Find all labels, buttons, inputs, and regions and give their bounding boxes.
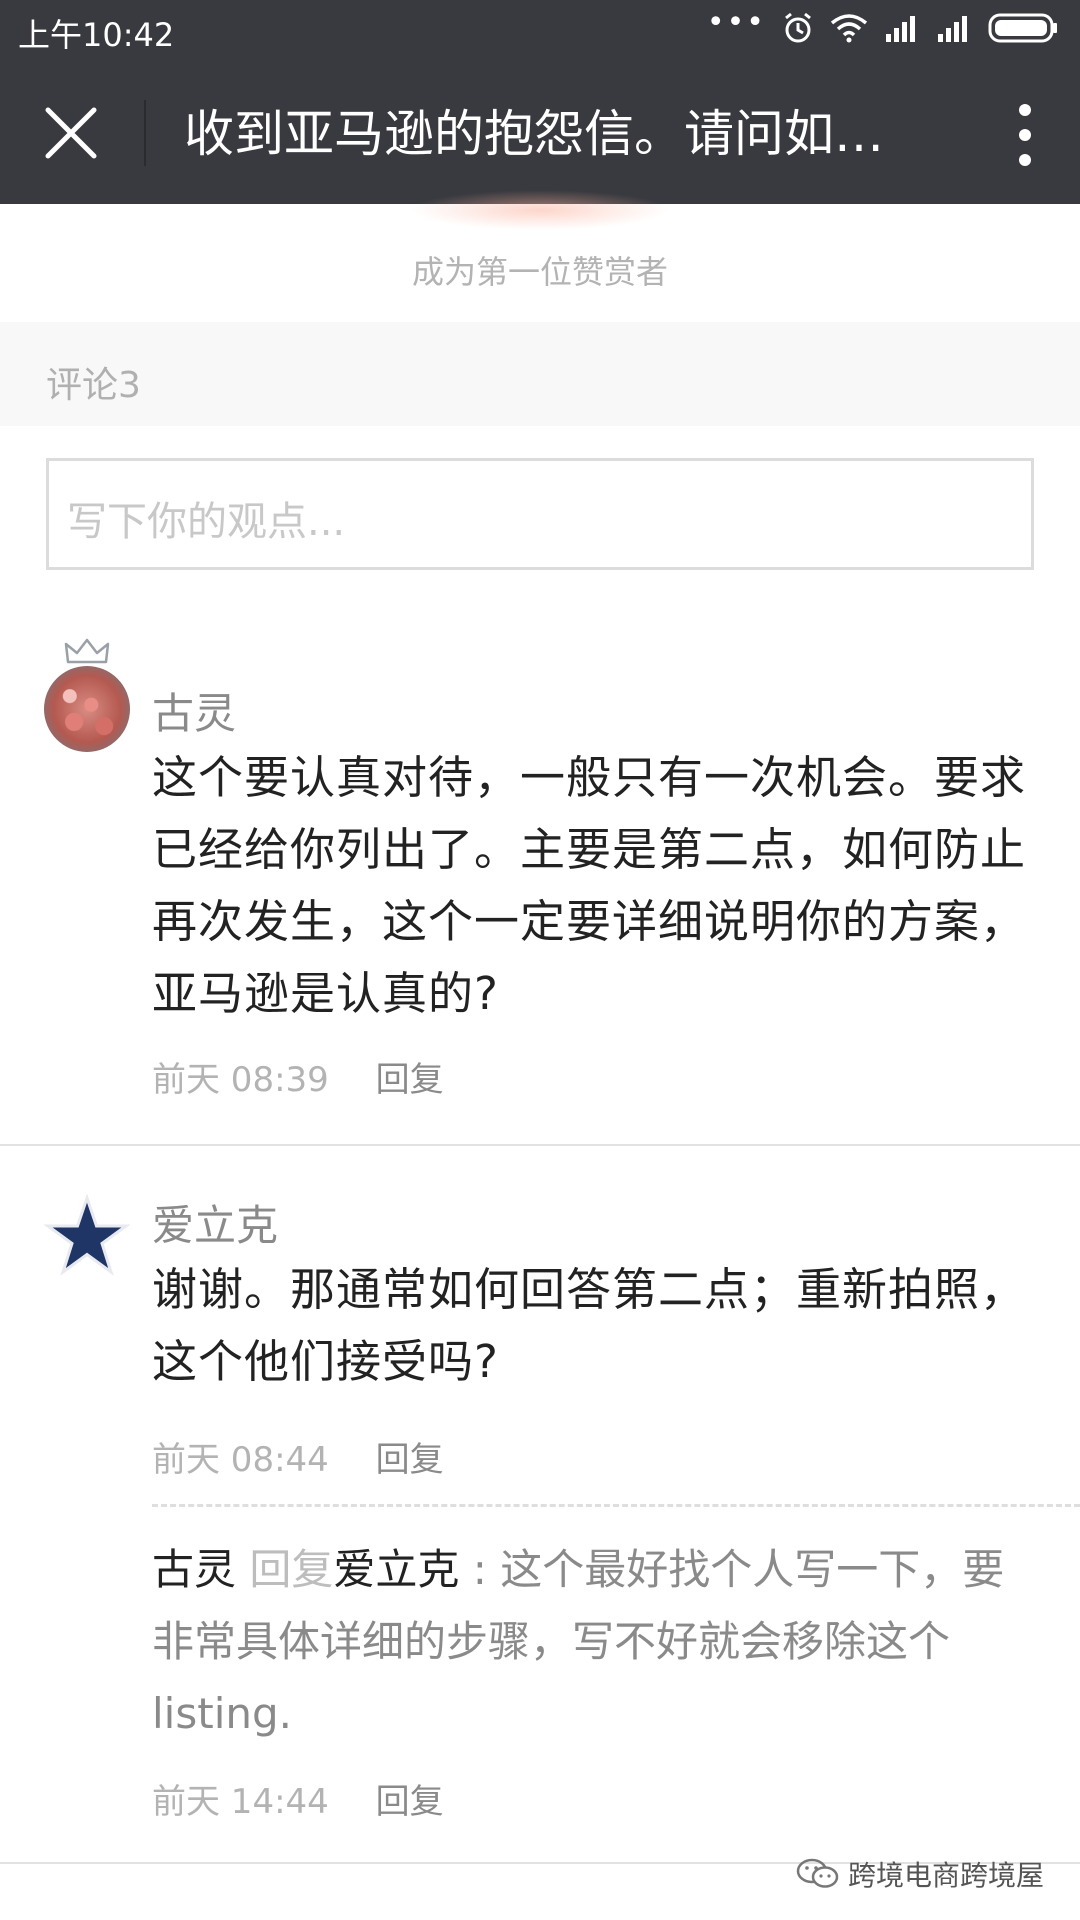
alarm-icon <box>785 12 811 43</box>
comment-meta: 前天 08:44 回复 <box>152 1432 444 1481</box>
battery-icon <box>988 13 1057 43</box>
reply-time: 前天 14:44 <box>152 1782 329 1822</box>
reply-word: 回复 <box>249 1545 334 1594</box>
reply-meta: 前天 14:44 回复 <box>152 1774 444 1823</box>
comment-time: 前天 08:39 <box>152 1060 329 1100</box>
status-dots: ••• <box>706 5 766 40</box>
status-time: 上午10:42 <box>18 16 175 54</box>
watermark: 跨境电商跨境屋 <box>796 1854 1044 1894</box>
comment-input[interactable]: 写下你的观点... <box>46 458 1034 570</box>
reply-button[interactable]: 回复 <box>376 1782 444 1822</box>
avatar[interactable] <box>44 638 130 752</box>
wifi-icon <box>830 14 868 43</box>
signal-icon <box>886 16 915 42</box>
reply-author: 古灵 <box>152 1545 237 1594</box>
status-bar: 上午10:42 ••• <box>0 0 1080 62</box>
more-button[interactable] <box>1010 98 1040 168</box>
comment-author: 古灵 <box>152 689 237 738</box>
comments-count: 评论3 <box>46 365 141 406</box>
status-icons: ••• <box>707 8 1060 44</box>
comments-header: 评论3 <box>0 322 1080 426</box>
comment-content: 这个要认真对待，一般只有一次机会。要求已经给你列出了。主要是第二点，如何防止再次… <box>152 751 1027 1020</box>
comment-divider <box>0 1144 1080 1146</box>
reward-button-glow[interactable] <box>410 190 670 230</box>
comment-author: 爱立克 <box>152 1201 279 1250</box>
page-title: 收到亚马逊的抱怨信。请问如… <box>184 105 884 163</box>
avatar[interactable] <box>43 1193 131 1280</box>
crown-icon <box>64 638 110 664</box>
reply-button[interactable]: 回复 <box>376 1060 444 1100</box>
comment-meta: 前天 08:39 回复 <box>152 1052 444 1101</box>
reply-separator: : <box>459 1545 501 1594</box>
reply-button[interactable]: 回复 <box>376 1440 444 1480</box>
title-divider <box>144 100 146 166</box>
wechat-icon <box>796 1858 839 1888</box>
reward-text: 成为第一位赞赏者 <box>411 253 668 291</box>
comment-content: 谢谢。那通常如何回答第二点；重新拍照，这个他们接受吗? <box>152 1263 1027 1388</box>
reply-divider <box>152 1504 1080 1507</box>
reply-target: 爱立克 <box>333 1545 460 1594</box>
watermark-text: 跨境电商跨境屋 <box>847 1859 1044 1892</box>
title-bar: 收到亚马逊的抱怨信。请问如… <box>0 62 1080 204</box>
nested-reply: 古灵 回复爱立克 : 这个最好找个人写一下，要非常具体详细的步骤，写不好就会移除… <box>152 1534 1012 1750</box>
more-vertical-icon <box>1010 104 1040 166</box>
comment-time: 前天 08:44 <box>152 1440 329 1480</box>
signal-icon <box>938 16 967 42</box>
close-icon <box>45 107 97 159</box>
star-icon <box>43 1193 131 1276</box>
avatar-image <box>44 666 130 752</box>
close-button[interactable] <box>40 102 102 164</box>
